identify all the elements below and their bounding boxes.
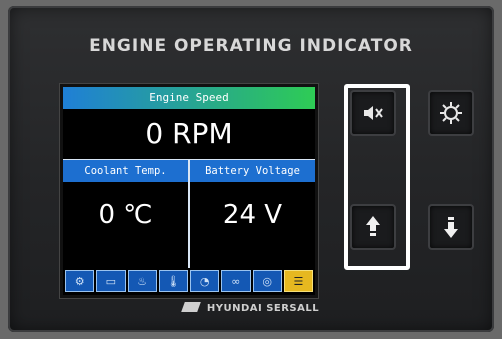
thermometer-icon: 🌡 [158,270,188,292]
coolant-temp-section: Coolant Temp. 0 ℃ [63,160,188,268]
engine-speed-header: Engine Speed [63,87,315,109]
panel-title: ENGINE OPERATING INDICATOR [89,36,413,56]
emergency-icon: ☰ [283,270,313,292]
battery-icon: ▭ [96,270,126,292]
fuel-icon: ◎ [252,270,282,292]
coolant-temp-header: Coolant Temp. [63,160,188,182]
battery-voltage-header: Battery Voltage [190,160,315,182]
lamp-test-button[interactable] [428,90,474,136]
preheat-coil-icon: ∞ [221,270,251,292]
mute-button[interactable] [350,90,396,136]
battery-voltage-value: 24 V [222,200,283,230]
down-arrow-icon [444,217,458,238]
up-arrow-icon [366,216,380,236]
mute-speaker-icon [364,106,383,120]
down-button[interactable] [428,204,474,250]
brand-name: HYUNDAI SERSALL [206,303,320,314]
up-button[interactable] [350,204,396,250]
brand-mark-icon [181,302,201,312]
oil-can-icon: ♨ [127,270,157,292]
lcd-display: Engine Speed 0 RPM Coolant Temp. 0 ℃ Bat… [60,84,318,298]
engine-speed-value: 0 RPM [145,117,233,150]
brand-logo: HYUNDAI SERSALL [8,302,494,314]
engine-indicator-panel: ENGINE OPERATING INDICATOR Engine Speed … [8,6,494,332]
oil-drop-icon: ◔ [190,270,220,292]
battery-voltage-section: Battery Voltage 24 V [190,160,315,268]
status-icon-bar: ⚙ ▭ ♨ 🌡 ◔ ∞ ◎ ☰ [65,270,313,292]
lamp-icon [440,102,462,124]
engine-icon: ⚙ [65,270,95,292]
coolant-temp-value: 0 ℃ [98,200,153,230]
